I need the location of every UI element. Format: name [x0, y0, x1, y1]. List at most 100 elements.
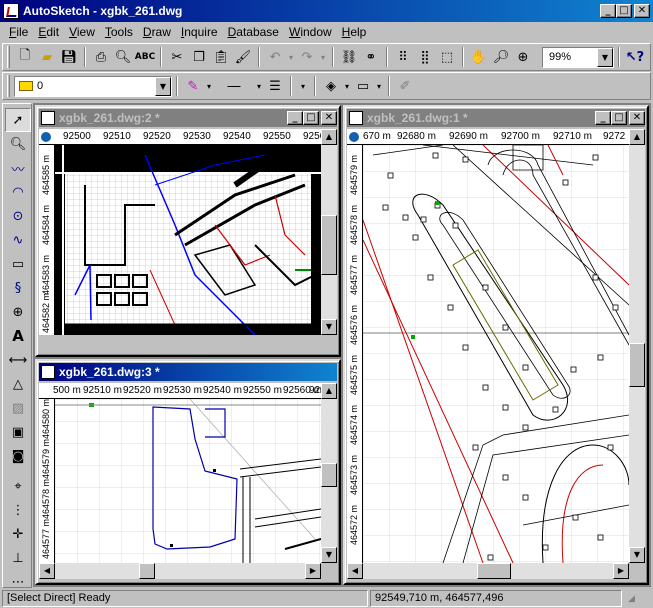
link-icon[interactable]: ⛓: [338, 46, 360, 68]
window-1-maximize-button[interactable]: □: [611, 111, 627, 125]
paste-icon[interactable]: 📋︎: [210, 46, 232, 68]
cut-icon[interactable]: ✂: [166, 46, 188, 68]
fill-dropdown-icon[interactable]: ▾: [342, 75, 352, 97]
menu-draw[interactable]: Draw: [138, 25, 176, 39]
menu-database[interactable]: Database: [223, 25, 284, 39]
scroll-thumb[interactable]: [321, 463, 337, 487]
horizontal-scrollbar[interactable]: ◀ ▶: [347, 563, 629, 579]
scroll-down-icon[interactable]: ▼: [321, 319, 337, 335]
curve-icon[interactable]: ∿: [5, 228, 31, 252]
drawing-canvas[interactable]: [55, 399, 321, 563]
line-weight-icon[interactable]: ☰: [264, 75, 286, 97]
line-end-dropdown-icon[interactable]: ▾: [296, 75, 310, 97]
zoom-window-icon[interactable]: 🔎︎: [490, 46, 512, 68]
snap-options-icon[interactable]: ⋮: [5, 498, 31, 522]
menu-help[interactable]: Help: [337, 25, 372, 39]
drawing-canvas[interactable]: [363, 145, 629, 563]
scroll-down-icon[interactable]: ▼: [629, 547, 645, 563]
copy-icon[interactable]: ❐: [188, 46, 210, 68]
select-arrow-icon[interactable]: ➚: [5, 108, 31, 132]
menu-window[interactable]: Window: [284, 25, 337, 39]
autosketch-app-icon[interactable]: [3, 3, 19, 19]
menu-inquire[interactable]: Inquire: [176, 25, 223, 39]
undo-dropdown-icon[interactable]: ▾: [286, 46, 296, 68]
drawing-window-2[interactable]: xgbk_261.dwg:2 * _ □ ✕ 92500 92510 92520…: [35, 105, 341, 357]
scroll-down-icon[interactable]: ▼: [321, 547, 337, 563]
vertical-scrollbar[interactable]: ▲ ▼: [629, 129, 645, 563]
line-style-icon[interactable]: ⎯⎯: [214, 75, 254, 97]
menu-view[interactable]: View: [64, 25, 100, 39]
print-icon[interactable]: ⎙: [90, 46, 112, 68]
window-2-maximize-button[interactable]: □: [303, 111, 319, 125]
fill-pattern-icon[interactable]: ▭: [352, 75, 374, 97]
circle-icon[interactable]: ⊙: [5, 204, 31, 228]
fill-bucket-icon[interactable]: ◈: [320, 75, 342, 97]
resize-grip-icon[interactable]: ◢: [624, 590, 648, 607]
zoom-level-combo[interactable]: 99% ▼: [542, 46, 614, 68]
rectangle-icon[interactable]: ▭: [5, 252, 31, 276]
pen-color-icon[interactable]: ✎: [182, 75, 204, 97]
window-2-minimize-button[interactable]: _: [287, 111, 303, 125]
pen-color-dropdown-icon[interactable]: ▾: [204, 75, 214, 97]
scroll-left-icon[interactable]: ◀: [347, 563, 363, 579]
window-2-titlebar[interactable]: xgbk_261.dwg:2 * _ □ ✕: [39, 109, 337, 127]
pan-icon[interactable]: ✋: [468, 46, 490, 68]
menu-tools[interactable]: Tools: [100, 25, 138, 39]
redo-dropdown-icon[interactable]: ▾: [318, 46, 328, 68]
window-2-close-button[interactable]: ✕: [321, 111, 337, 125]
zoom-in-icon[interactable]: ⊕: [512, 46, 534, 68]
window-1-close-button[interactable]: ✕: [629, 111, 645, 125]
scroll-up-icon[interactable]: ▲: [321, 383, 337, 399]
triangle-icon[interactable]: △: [5, 372, 31, 396]
scroll-thumb[interactable]: [629, 343, 645, 387]
open-folder-icon[interactable]: ▰: [36, 46, 58, 68]
scroll-thumb[interactable]: [139, 563, 155, 579]
scroll-right-icon[interactable]: ▶: [305, 563, 321, 579]
scroll-up-icon[interactable]: ▲: [629, 129, 645, 145]
minimize-button[interactable]: _: [600, 4, 616, 18]
redo-icon[interactable]: ↷: [296, 46, 318, 68]
measure-icon[interactable]: ⊥: [5, 546, 31, 570]
chevron-down-icon[interactable]: ▼: [597, 47, 613, 67]
drawing-window-3[interactable]: xgbk_261.dwg:3 * 500 m 92510 m 92520 m 9…: [35, 359, 341, 585]
scroll-up-icon[interactable]: ▲: [321, 129, 337, 145]
format-painter-icon[interactable]: 🖌︎: [232, 46, 254, 68]
zoom-tool-icon[interactable]: 🔍︎: [5, 132, 31, 156]
unlink-icon[interactable]: ⚭: [360, 46, 382, 68]
close-button[interactable]: ✕: [634, 4, 650, 18]
window-3-titlebar[interactable]: xgbk_261.dwg:3 *: [39, 363, 337, 381]
crosshair-icon[interactable]: ✛: [5, 522, 31, 546]
hatch-icon[interactable]: ▨: [5, 396, 31, 420]
menu-file[interactable]: File: [4, 25, 33, 39]
drawing-window-1[interactable]: xgbk_261.dwg:1 * _ □ ✕ 670 m 92680 m 926…: [343, 105, 649, 585]
snap-grid-icon[interactable]: ⣿: [414, 46, 436, 68]
text-icon[interactable]: A: [5, 324, 31, 348]
maximize-button[interactable]: □: [616, 4, 632, 18]
chevron-down-icon[interactable]: ▼: [155, 76, 171, 96]
line-style-dropdown-icon[interactable]: ▾: [254, 75, 264, 97]
image-insert-icon[interactable]: ▣: [5, 420, 31, 444]
toolbar-grip[interactable]: [7, 46, 10, 68]
fill-pattern-dropdown-icon[interactable]: ▾: [374, 75, 384, 97]
scroll-left-icon[interactable]: ◀: [39, 563, 55, 579]
snap-icon[interactable]: ⌖: [5, 474, 31, 498]
symbol-icon[interactable]: ◙: [5, 444, 31, 468]
dimension-icon[interactable]: ⟷: [5, 348, 31, 372]
window-1-minimize-button[interactable]: _: [595, 111, 611, 125]
grid-icon[interactable]: ⠿: [392, 46, 414, 68]
spell-check-icon[interactable]: ABC: [134, 46, 156, 68]
window-1-titlebar[interactable]: xgbk_261.dwg:1 * _ □ ✕: [347, 109, 645, 127]
layer-combo[interactable]: 0 ▼: [14, 75, 172, 97]
undo-icon[interactable]: ↶: [264, 46, 286, 68]
new-file-icon[interactable]: 🗋: [14, 46, 36, 68]
vertical-scrollbar[interactable]: ▲ ▼: [321, 129, 337, 335]
property-painter-icon[interactable]: ✐: [394, 75, 416, 97]
save-icon[interactable]: 💾︎: [58, 46, 80, 68]
whats-this-help-icon[interactable]: ↖?: [624, 46, 646, 68]
toolbar-grip[interactable]: [7, 75, 10, 97]
polyline-icon[interactable]: 〰: [5, 156, 31, 180]
scroll-thumb[interactable]: [477, 563, 511, 579]
point-icon[interactable]: ⊕: [5, 300, 31, 324]
scroll-right-icon[interactable]: ▶: [613, 563, 629, 579]
arc-icon[interactable]: ◠: [5, 180, 31, 204]
